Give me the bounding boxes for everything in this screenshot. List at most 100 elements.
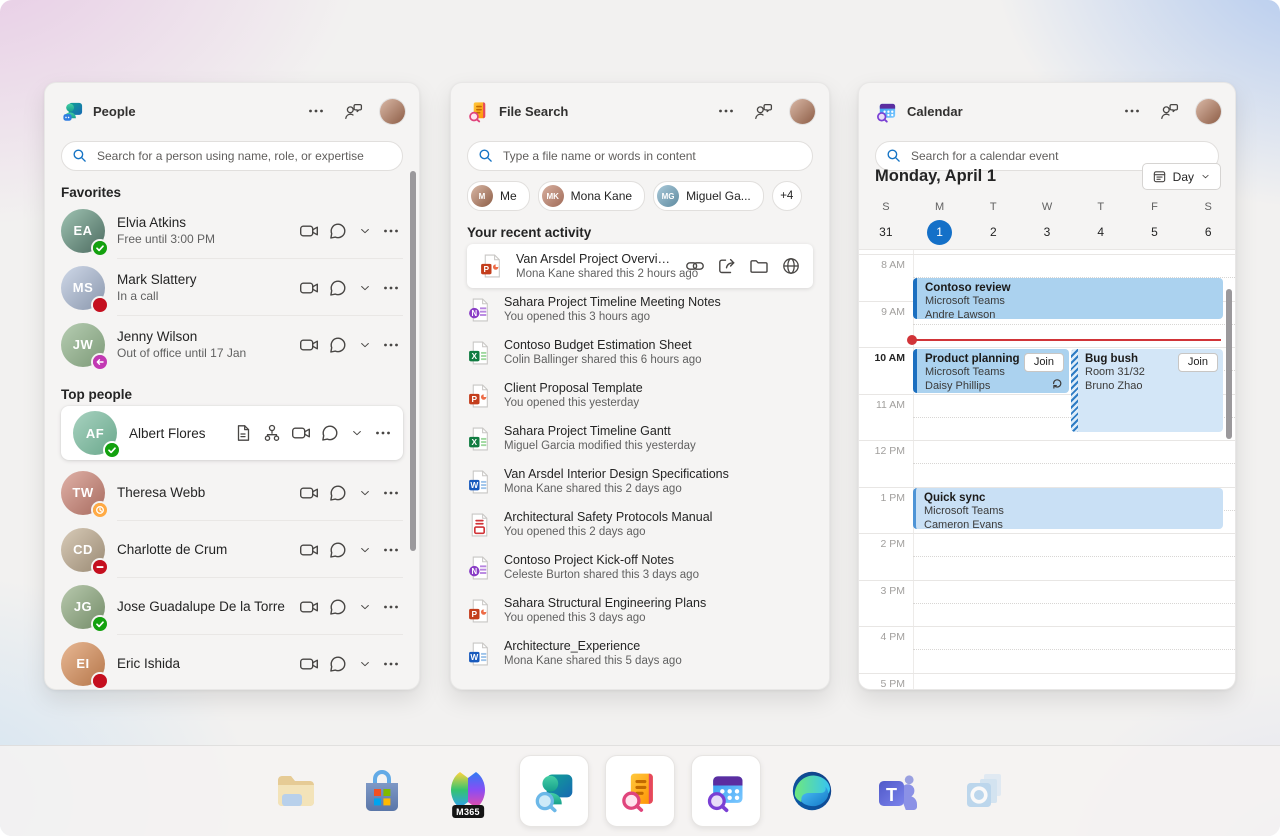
feedback-icon[interactable] xyxy=(1159,101,1179,121)
chat-button[interactable] xyxy=(328,221,348,241)
weekday-cell[interactable]: T4 xyxy=(1074,197,1128,247)
feedback-icon[interactable] xyxy=(343,101,363,121)
more-people-chip[interactable]: +4 xyxy=(772,181,802,211)
more-button[interactable] xyxy=(381,597,401,617)
chevron-down-icon[interactable] xyxy=(357,483,372,503)
weekday-cell-selected[interactable]: M1 xyxy=(913,197,967,247)
file-search-input[interactable] xyxy=(501,148,802,164)
video-call-button[interactable] xyxy=(299,654,319,674)
filter-chip-mona-kane[interactable]: MK Mona Kane xyxy=(538,181,645,211)
person-row-selected[interactable]: AF Albert Flores xyxy=(61,406,403,460)
chevron-down-icon[interactable] xyxy=(357,654,372,674)
chevron-down-icon[interactable] xyxy=(357,278,372,298)
calendar-search-input[interactable] xyxy=(909,148,1208,164)
chat-button[interactable] xyxy=(328,278,348,298)
join-button[interactable]: Join xyxy=(1178,353,1218,372)
filter-chip-miguel[interactable]: MG Miguel Ga... xyxy=(653,181,764,211)
taskbar-outlook-icon[interactable] xyxy=(958,765,1010,817)
person-row[interactable]: EA Elvia Atkins Free until 3:00 PM xyxy=(45,202,419,259)
weekday-cell[interactable]: F5 xyxy=(1128,197,1182,247)
calendar-event-tentative[interactable]: Bug bush Room 31/32 Bruno Zhao Join xyxy=(1071,349,1223,432)
view-selector-button[interactable]: Day xyxy=(1142,163,1221,190)
people-search-input[interactable] xyxy=(95,148,392,164)
more-button[interactable] xyxy=(381,483,401,503)
more-button[interactable] xyxy=(381,221,401,241)
document-button[interactable] xyxy=(233,423,253,443)
chevron-down-icon[interactable] xyxy=(349,423,364,443)
filter-chip-me[interactable]: M Me xyxy=(467,181,530,211)
video-call-button[interactable] xyxy=(299,335,319,355)
more-options-button[interactable] xyxy=(306,101,326,121)
copy-link-button[interactable] xyxy=(685,256,705,276)
feedback-icon[interactable] xyxy=(753,101,773,121)
file-row[interactable]: Sahara Project Timeline Gantt Miguel Gar… xyxy=(451,417,829,460)
calendar-event[interactable]: Quick sync Microsoft Teams Cameron Evans xyxy=(913,488,1223,529)
taskbar-calendar-search-icon-active[interactable] xyxy=(691,755,761,827)
more-button[interactable] xyxy=(373,423,393,443)
video-call-button[interactable] xyxy=(299,540,319,560)
more-options-button[interactable] xyxy=(716,101,736,121)
taskbar-people-search-icon-active[interactable] xyxy=(519,755,589,827)
person-row[interactable]: EI Eric Ishida xyxy=(45,635,419,692)
org-chart-button[interactable] xyxy=(262,423,282,443)
file-row[interactable]: Contoso Budget Estimation Sheet Colin Ba… xyxy=(451,331,829,374)
profile-avatar[interactable] xyxy=(1196,99,1221,124)
video-call-button[interactable] xyxy=(299,597,319,617)
weekday-cell[interactable]: W3 xyxy=(1020,197,1074,247)
person-row[interactable]: CD Charlotte de Crum xyxy=(45,521,419,578)
file-row[interactable]: Client Proposal Template You opened this… xyxy=(451,374,829,417)
video-call-button[interactable] xyxy=(299,483,319,503)
calendar-event[interactable]: Product planning Microsoft Teams Daisy P… xyxy=(913,349,1069,393)
chevron-down-icon[interactable] xyxy=(357,597,372,617)
file-row[interactable]: Architecture_Experience Mona Kane shared… xyxy=(451,632,829,675)
file-name: Sahara Project Timeline Meeting Notes xyxy=(504,295,815,310)
file-row[interactable]: Sahara Structural Engineering Plans You … xyxy=(451,589,829,632)
share-button[interactable] xyxy=(717,256,737,276)
chevron-down-icon[interactable] xyxy=(357,540,372,560)
day-grid[interactable]: 8 AM 9 AM 10 AM 11 AM 12 PM 1 PM 2 PM 3 … xyxy=(859,249,1235,689)
person-row[interactable]: JG Jose Guadalupe De la Torre xyxy=(45,578,419,635)
chevron-down-icon[interactable] xyxy=(357,221,372,241)
chat-button[interactable] xyxy=(328,540,348,560)
chat-button[interactable] xyxy=(328,597,348,617)
profile-avatar[interactable] xyxy=(380,99,405,124)
weekday-cell[interactable]: T2 xyxy=(966,197,1020,247)
taskbar-teams-icon[interactable] xyxy=(872,765,924,817)
chat-button[interactable] xyxy=(328,654,348,674)
video-call-button[interactable] xyxy=(299,221,319,241)
weekday-cell[interactable]: S31 xyxy=(859,197,913,247)
more-options-button[interactable] xyxy=(1122,101,1142,121)
taskbar-file-search-icon-active[interactable] xyxy=(605,755,675,827)
person-row[interactable]: JW Jenny Wilson Out of office until 17 J… xyxy=(45,316,419,373)
open-folder-button[interactable] xyxy=(749,256,769,276)
more-button[interactable] xyxy=(381,278,401,298)
file-row[interactable]: Van Arsdel Interior Design Specification… xyxy=(451,460,829,503)
calendar-event[interactable]: Contoso review Microsoft Teams Andre Law… xyxy=(913,278,1223,319)
file-row[interactable]: Contoso Project Kick-off Notes Celeste B… xyxy=(451,546,829,589)
file-row-selected[interactable]: Van Arsdel Project Overview... Mona Kane… xyxy=(467,244,813,288)
taskbar-microsoft-store-icon[interactable] xyxy=(356,765,408,817)
profile-avatar[interactable] xyxy=(790,99,815,124)
more-button[interactable] xyxy=(381,654,401,674)
chat-button[interactable] xyxy=(328,483,348,503)
person-row[interactable]: TW Theresa Webb xyxy=(45,464,419,521)
person-row[interactable]: MS Mark Slattery In a call xyxy=(45,259,419,316)
file-meta: Mona Kane shared this 2 hours ago xyxy=(516,267,673,281)
taskbar-m365-copilot-icon[interactable]: M365 xyxy=(442,765,494,817)
weekday-cell[interactable]: S6 xyxy=(1181,197,1235,247)
chevron-down-icon[interactable] xyxy=(357,335,372,355)
scrollbar[interactable] xyxy=(410,171,416,551)
chat-button[interactable] xyxy=(320,423,340,443)
scrollbar[interactable] xyxy=(1226,289,1232,439)
join-button[interactable]: Join xyxy=(1024,353,1064,372)
open-in-browser-button[interactable] xyxy=(781,256,801,276)
more-button[interactable] xyxy=(381,335,401,355)
video-call-button[interactable] xyxy=(299,278,319,298)
taskbar-file-explorer-icon[interactable] xyxy=(270,765,322,817)
video-call-button[interactable] xyxy=(291,423,311,443)
more-button[interactable] xyxy=(381,540,401,560)
file-row[interactable]: Sahara Project Timeline Meeting Notes Yo… xyxy=(451,288,829,331)
chat-button[interactable] xyxy=(328,335,348,355)
file-row[interactable]: Architectural Safety Protocols Manual Yo… xyxy=(451,503,829,546)
taskbar-edge-icon[interactable] xyxy=(786,765,838,817)
